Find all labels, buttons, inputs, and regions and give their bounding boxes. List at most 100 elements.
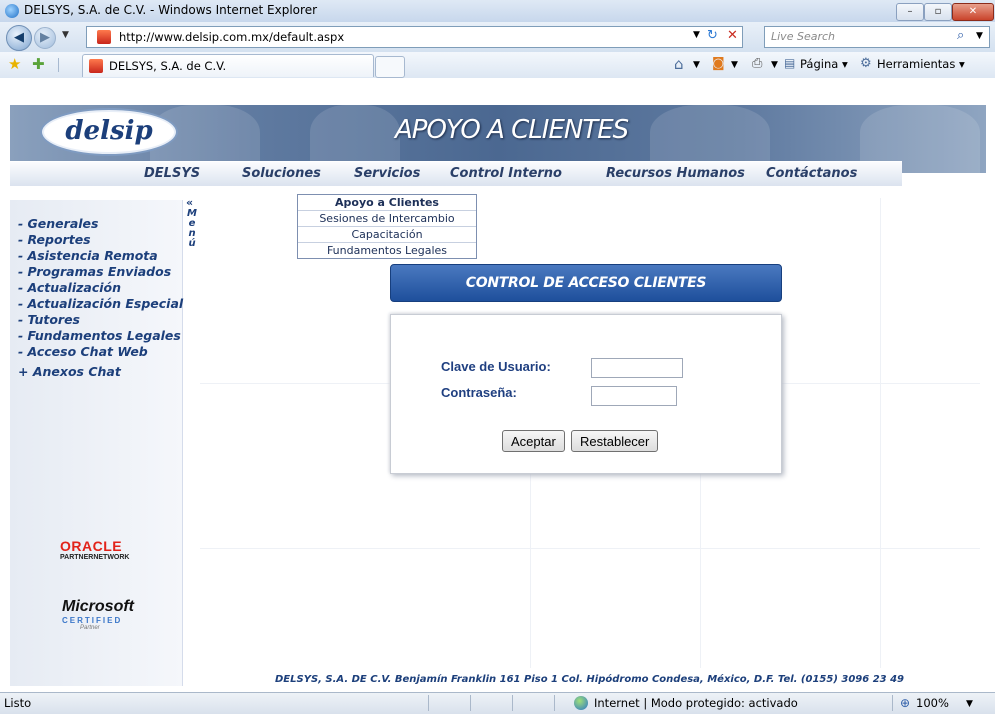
password-label: Contraseña: [441, 385, 517, 400]
menu-item-soluciones[interactable]: Soluciones [242, 166, 321, 181]
zoom-dropdown-icon[interactable]: ▼ [966, 699, 973, 709]
sidebar-item-programas-enviados[interactable]: - Programas Enviados [18, 264, 171, 279]
menu-item-servicios[interactable]: Servicios [354, 166, 420, 181]
logo-text: delsip [65, 116, 153, 146]
tab-title: DELSYS, S.A. de C.V. [109, 59, 227, 73]
new-tab-button[interactable] [375, 56, 405, 78]
maximize-button[interactable]: ▫ [924, 3, 952, 21]
oracle-name: ORACLE [60, 538, 123, 554]
sidebar-item-actualizacion-especial[interactable]: - Actualización Especial [18, 296, 183, 311]
pagina-menu[interactable]: Página ▾ [800, 57, 848, 71]
forward-button[interactable]: ▶ [34, 27, 56, 49]
stop-icon[interactable]: ✕ [727, 28, 738, 43]
menu-item-contactanos[interactable]: Contáctanos [766, 166, 857, 181]
sidebar-item-asistencia-remota[interactable]: - Asistencia Remota [18, 248, 158, 263]
pagina-label: Página [800, 57, 839, 71]
microsoft-name: Microsoft [62, 598, 134, 615]
search-dropdown-icon[interactable]: ▼ [976, 31, 983, 41]
search-input[interactable]: Live Search ⌕ ▼ [764, 26, 990, 48]
sidebar-item-generales[interactable]: - Generales [18, 216, 98, 231]
delsip-logo[interactable]: delsip [42, 110, 176, 154]
tab-bar: ★ ✚ DELSYS, S.A. de C.V. ⌂ ▼ ◙ ▼ ⎙ ▼ ▤ P… [0, 52, 995, 79]
sidebar-item-tutores[interactable]: - Tutores [18, 312, 80, 327]
feeds-icon[interactable]: ◙ [712, 56, 725, 71]
sidebar-item-acceso-chat-web[interactable]: - Acceso Chat Web [18, 344, 148, 359]
status-divider [470, 695, 471, 711]
bg-line [200, 548, 980, 549]
url-input[interactable]: http://www.delsip.com.mx/default.aspx ▼ … [86, 26, 743, 48]
user-label: Clave de Usuario: [441, 359, 551, 374]
status-divider [892, 695, 893, 711]
herramientas-label: Herramientas [877, 57, 956, 71]
user-field[interactable] [591, 358, 683, 378]
banner-title: APOYO A CLIENTES [395, 115, 629, 145]
feeds-dropdown-icon[interactable]: ▼ [731, 60, 738, 70]
menu-item-delsys[interactable]: DELSYS [144, 166, 200, 181]
servicios-submenu: Apoyo a Clientes Sesiones de Intercambio… [297, 194, 477, 259]
star-icon[interactable]: ★ [8, 55, 21, 73]
add-favorite-icon[interactable]: ✚ [32, 55, 45, 73]
print-icon[interactable]: ⎙ [752, 56, 762, 71]
minimize-button[interactable]: – [896, 3, 924, 21]
ie-icon [5, 4, 19, 18]
status-divider [554, 695, 555, 711]
herramientas-menu[interactable]: Herramientas ▾ [877, 57, 965, 71]
window-title: DELSYS, S.A. de C.V. - Windows Internet … [24, 3, 318, 17]
print-dropdown-icon[interactable]: ▼ [771, 60, 778, 70]
sidebar-item-reportes[interactable]: - Reportes [18, 232, 91, 247]
url-dropdown-icon[interactable]: ▼ [693, 30, 700, 40]
zone-text[interactable]: Internet | Modo protegido: activado [594, 696, 798, 710]
home-dropdown-icon[interactable]: ▼ [693, 60, 700, 70]
status-text: Listo [4, 696, 32, 710]
page-footer: DELSYS, S.A. DE C.V. Benjamín Franklin 1… [275, 674, 905, 685]
reset-button[interactable]: Restablecer [571, 430, 659, 452]
password-field[interactable] [591, 386, 677, 406]
history-dropdown[interactable]: ▼ [62, 30, 69, 40]
sidebar-item-anexos-chat[interactable]: + Anexos Chat [18, 364, 121, 379]
window-titlebar: DELSYS, S.A. de C.V. - Windows Internet … [0, 0, 995, 23]
search-placeholder: Live Search [771, 30, 835, 43]
oracle-logo: ORACLE PARTNERNETWORK [60, 538, 129, 561]
back-button[interactable]: ◀ [6, 25, 32, 51]
microsoft-certified: CERTIFIED [62, 616, 123, 625]
divider [58, 58, 59, 72]
tab-current[interactable]: DELSYS, S.A. de C.V. [82, 54, 374, 77]
submenu-item-sesiones-de-intercambio[interactable]: Sesiones de Intercambio [298, 211, 476, 227]
back-icon: ◀ [14, 30, 24, 45]
page-icon: ▤ [784, 56, 796, 70]
menu-item-recursos-humanos[interactable]: Recursos Humanos [606, 166, 745, 181]
sidebar: - Generales - Reportes - Asistencia Remo… [10, 200, 183, 686]
globe-icon [574, 696, 588, 710]
zoom-level[interactable]: 100% [916, 696, 949, 710]
address-bar: ◀ ▶ ▼ http://www.delsip.com.mx/default.a… [0, 22, 995, 52]
submenu-item-capacitacion[interactable]: Capacitación [298, 227, 476, 243]
close-button[interactable]: ✕ [952, 3, 994, 21]
url-text: http://www.delsip.com.mx/default.aspx [119, 30, 345, 44]
submenu-item-apoyo-a-clientes[interactable]: Apoyo a Clientes [298, 195, 476, 211]
tools-icon: ⚙ [860, 56, 872, 71]
status-divider [512, 695, 513, 711]
page-content: delsip APOYO A CLIENTES DELSYS Solucione… [0, 78, 995, 692]
login-header: CONTROL DE ACCESO CLIENTES [390, 264, 782, 302]
sidebar-item-actualizacion[interactable]: - Actualización [18, 280, 121, 295]
microsoft-logo: Microsoft CERTIFIED Partner [62, 598, 134, 631]
search-icon[interactable]: ⌕ [957, 28, 964, 43]
login-panel: Clave de Usuario: Contraseña: Aceptar Re… [390, 314, 782, 474]
submenu-item-fundamentos-legales[interactable]: Fundamentos Legales [298, 243, 476, 258]
refresh-icon[interactable]: ↻ [707, 28, 718, 43]
login-title: CONTROL DE ACCESO CLIENTES [465, 275, 707, 291]
menu-vertical-label[interactable]: M e n ú [186, 209, 198, 249]
menu-item-control-interno[interactable]: Control Interno [450, 166, 562, 181]
menu-letter: ú [188, 238, 196, 249]
oracle-sub: PARTNERNETWORK [60, 554, 130, 561]
tab-favicon [89, 59, 103, 73]
microsoft-partner: Partner [80, 625, 100, 631]
forward-icon: ▶ [40, 30, 50, 45]
status-divider [428, 695, 429, 711]
home-icon[interactable]: ⌂ [674, 55, 684, 73]
accept-button[interactable]: Aceptar [502, 430, 565, 452]
site-favicon [97, 30, 111, 44]
zoom-icon: ⊕ [900, 696, 911, 710]
status-bar: Listo Internet | Modo protegido: activad… [0, 692, 995, 714]
sidebar-item-fundamentos-legales[interactable]: - Fundamentos Legales [18, 328, 181, 343]
